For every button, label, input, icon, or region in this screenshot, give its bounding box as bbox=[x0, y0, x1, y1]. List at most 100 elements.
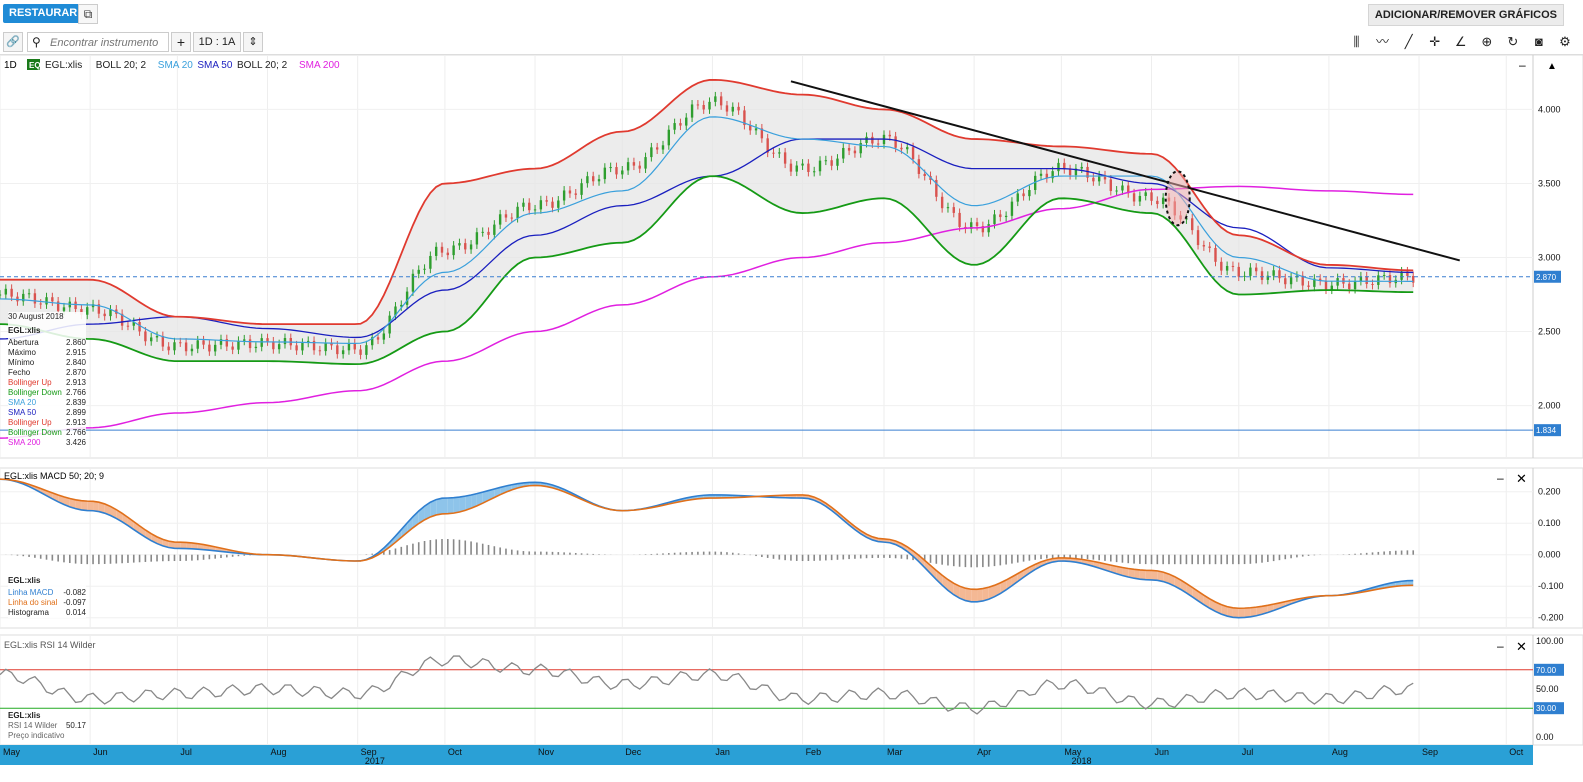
search-input[interactable] bbox=[48, 34, 167, 51]
histogram-bar bbox=[1371, 552, 1374, 555]
candle-body bbox=[1022, 193, 1025, 197]
trendline-icon[interactable]: ╱ bbox=[1399, 32, 1419, 52]
add-icon[interactable]: + bbox=[171, 32, 191, 52]
candle-body bbox=[673, 123, 676, 130]
histogram-bar bbox=[1220, 554, 1223, 565]
histogram-bar bbox=[947, 554, 949, 566]
candle-body bbox=[4, 288, 8, 295]
macd-signal-fill bbox=[87, 501, 94, 511]
histogram-bar bbox=[545, 551, 548, 555]
zoom-icon[interactable]: ⊕ bbox=[1477, 32, 1497, 52]
year-label: 2018 bbox=[1072, 756, 1092, 766]
macd-signal-fill bbox=[971, 589, 978, 602]
histogram-bar bbox=[45, 554, 48, 560]
histogram-bar bbox=[941, 554, 943, 565]
candle-body bbox=[946, 207, 950, 209]
time-axis-bar bbox=[0, 745, 1533, 765]
camera-icon[interactable]: ◙ bbox=[1529, 32, 1549, 52]
candle-body bbox=[1068, 169, 1072, 176]
histogram-bar bbox=[673, 552, 676, 555]
month-label: Dec bbox=[625, 747, 642, 757]
rsi-panel-title: EGL:xlis RSI 14 Wilder bbox=[4, 640, 96, 650]
candle-body bbox=[626, 162, 630, 171]
histogram-bar bbox=[743, 554, 746, 555]
histogram-bar bbox=[557, 552, 560, 555]
tooltip-value: 2.840 bbox=[65, 358, 86, 367]
chart-area[interactable]: May Jun Jul Aug Sep Oct Nov Dec Jan Feb Mar Apr May J… bbox=[0, 55, 1583, 782]
macd-close-icon[interactable]: ✕ bbox=[1516, 471, 1527, 486]
histogram-bar bbox=[1214, 554, 1217, 565]
crosshair-icon[interactable]: ✛ bbox=[1425, 32, 1445, 52]
candle-body bbox=[167, 346, 170, 351]
candle-body bbox=[952, 207, 955, 213]
macd-panel-title: EGL:xlis MACD 50; 20; 9 bbox=[4, 471, 104, 481]
candle-body bbox=[772, 152, 775, 154]
candle-body bbox=[1272, 270, 1275, 276]
histogram-bar bbox=[1226, 554, 1228, 565]
histogram-bar bbox=[231, 554, 234, 557]
macd-tick-label: -0.200 bbox=[1538, 613, 1564, 623]
candle-body bbox=[609, 167, 612, 169]
minimize-icon[interactable]: – bbox=[1519, 58, 1526, 72]
candle-body bbox=[138, 321, 141, 332]
month-label: Apr bbox=[977, 747, 991, 757]
macd-minimize-icon[interactable]: – bbox=[1497, 471, 1504, 485]
histogram-bar bbox=[1162, 554, 1164, 565]
price-tick-label: 3.500 bbox=[1538, 178, 1561, 188]
tooltip-row: SMA 50 2.899 bbox=[8, 408, 86, 418]
gear-icon[interactable]: ⚙ bbox=[1555, 32, 1575, 52]
candle-body bbox=[557, 200, 560, 208]
month-label: May bbox=[3, 747, 21, 757]
candle-body bbox=[208, 344, 211, 352]
histogram-bar bbox=[103, 554, 106, 564]
macd-signal-fill bbox=[1151, 570, 1158, 581]
histogram-bar bbox=[650, 553, 653, 555]
month-label: Feb bbox=[806, 747, 822, 757]
restore-button[interactable]: RESTAURAR bbox=[3, 4, 84, 23]
candle-body bbox=[161, 336, 165, 347]
histogram-bar bbox=[39, 554, 42, 559]
candle-body bbox=[318, 350, 322, 352]
candlestick-icon[interactable]: ⫼ bbox=[1347, 32, 1367, 52]
histogram-bar bbox=[51, 554, 54, 561]
histogram-bar bbox=[1383, 551, 1385, 555]
candle-body bbox=[574, 193, 577, 195]
rsi-minimize-icon[interactable]: – bbox=[1497, 639, 1504, 653]
candle-body bbox=[842, 147, 845, 159]
candle-body bbox=[10, 288, 13, 297]
candle-body bbox=[434, 246, 438, 256]
candle-body bbox=[754, 128, 758, 131]
histogram-bar bbox=[1139, 554, 1141, 564]
candle-body bbox=[74, 301, 77, 310]
rsi-close-icon[interactable]: ✕ bbox=[1516, 639, 1527, 654]
refresh-icon[interactable]: ↻ bbox=[1503, 32, 1523, 52]
add-remove-charts-button[interactable]: ADICIONAR/REMOVER GRÁFICOS bbox=[1367, 4, 1564, 26]
candle-body bbox=[39, 303, 42, 305]
candle-body bbox=[341, 350, 345, 355]
tooltip-key: Linha do sinal bbox=[8, 598, 58, 607]
open-external-icon[interactable]: ⧉ bbox=[78, 4, 98, 24]
histogram-bar bbox=[1290, 554, 1292, 559]
line-chart-icon[interactable]: 〰 bbox=[1373, 32, 1393, 52]
scroll-up-icon[interactable]: ▲ bbox=[1547, 61, 1557, 72]
histogram-bar bbox=[691, 551, 693, 555]
candle-body bbox=[45, 297, 48, 305]
histogram-bar bbox=[784, 554, 786, 561]
candle-body bbox=[650, 147, 653, 158]
compare-icon[interactable]: ⇕ bbox=[243, 32, 263, 52]
indicator-icon[interactable]: ∠ bbox=[1451, 32, 1471, 52]
candle-body bbox=[277, 344, 281, 350]
candle-body bbox=[940, 196, 944, 209]
period-selector[interactable]: 1D : 1A bbox=[193, 32, 241, 52]
search-icon: ⚲ bbox=[32, 35, 41, 49]
candle-body bbox=[1080, 166, 1083, 169]
candle-body bbox=[1208, 246, 1211, 248]
tooltip-row: Bollinger Up 2.913 bbox=[8, 378, 86, 388]
link-icon[interactable]: 🔗 bbox=[3, 32, 23, 52]
tooltip-key: Mínimo bbox=[8, 358, 35, 367]
histogram-bar bbox=[423, 541, 426, 555]
candle-body bbox=[1214, 247, 1217, 262]
histogram-bar bbox=[1144, 554, 1147, 565]
instrument-search[interactable]: ⚲ bbox=[27, 32, 169, 52]
candle-body bbox=[562, 190, 566, 201]
